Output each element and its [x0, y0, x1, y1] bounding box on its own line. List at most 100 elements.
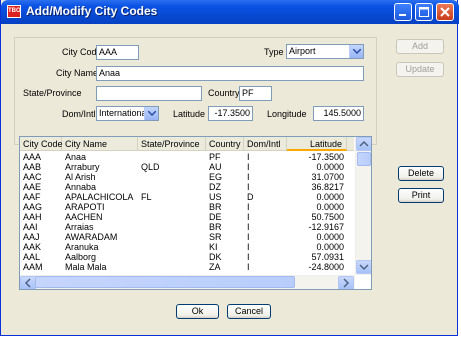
add-button[interactable]: Add	[396, 39, 444, 54]
scroll-thumb[interactable]	[357, 152, 371, 166]
latitude-field[interactable]: -17.3500	[208, 106, 253, 121]
city-name-field[interactable]: Anaa	[96, 66, 364, 81]
scroll-up-button[interactable]	[356, 137, 371, 151]
type-select-value: Airport	[289, 46, 316, 56]
title-bar[interactable]: TBO Add/Modify City Codes	[1, 0, 459, 24]
scroll-right-icon	[343, 278, 350, 288]
delete-button[interactable]: Delete	[398, 166, 444, 181]
cell-latitude: 0.0000	[316, 162, 344, 172]
cell-dom-intl: I	[247, 262, 250, 272]
app-icon: TBO	[7, 5, 21, 18]
column-header-country[interactable]: Country	[206, 137, 244, 151]
scroll-right-button[interactable]	[338, 276, 354, 289]
cell-city-name: Anaa	[65, 152, 87, 162]
dropdown-arrow-icon[interactable]	[144, 107, 158, 120]
cell-city-code: AAK	[23, 242, 42, 252]
cell-city-name: ARAPOTI	[65, 202, 105, 212]
longitude-label: Longitude	[267, 109, 307, 119]
scroll-down-icon	[359, 264, 369, 271]
cell-country: AU	[209, 162, 222, 172]
cell-city-name: Annaba	[65, 182, 97, 192]
column-header-state-province[interactable]: State/Province	[138, 137, 206, 151]
type-select[interactable]: Airport	[286, 44, 364, 59]
state-province-field[interactable]	[96, 86, 202, 101]
state-province-label: State/Province	[23, 88, 82, 98]
cell-country: EG	[209, 172, 223, 182]
cell-city-name: Mala Mala	[65, 262, 107, 272]
table-row[interactable]: AAL Aalborg DK I 57.0931	[20, 252, 354, 262]
maximize-icon	[419, 7, 429, 17]
table-row[interactable]: AAH AACHEN DE I 50.7500	[20, 212, 354, 222]
cell-state-province: QLD	[141, 162, 160, 172]
cell-country: PF	[209, 152, 221, 162]
cell-country: BR	[209, 202, 222, 212]
column-header-city-code[interactable]: City Code	[20, 137, 63, 151]
close-icon	[440, 7, 450, 17]
print-button[interactable]: Print	[398, 188, 444, 203]
table-row[interactable]: AAG ARAPOTI BR I 0.0000	[20, 202, 354, 212]
table-row[interactable]: AAE Annaba DZ I 36.8217	[20, 182, 354, 192]
cell-latitude: 0.0000	[316, 192, 344, 202]
cell-city-name: AACHEN	[65, 212, 103, 222]
city-code-field[interactable]: AAA	[96, 45, 139, 60]
cell-dom-intl: I	[247, 202, 250, 212]
table-row[interactable]: AAK Aranuka KI I 0.0000	[20, 242, 354, 252]
cell-city-name: Arraias	[65, 222, 94, 232]
cell-city-name: AWARADAM	[65, 232, 118, 242]
table-row[interactable]: AAI Arraias BR I -12.9167	[20, 222, 354, 232]
cell-city-name: APALACHICOLA	[65, 192, 134, 202]
maximize-button[interactable]	[415, 3, 433, 21]
cell-city-code: AAH	[23, 212, 42, 222]
table-row[interactable]: AAJ AWARADAM SR I 0.0000	[20, 232, 354, 242]
cell-state-province	[138, 252, 206, 262]
dropdown-arrow-icon[interactable]	[349, 45, 363, 58]
update-button[interactable]: Update	[396, 62, 444, 77]
column-header-city-name[interactable]: City Name	[62, 137, 138, 151]
table-row[interactable]: AAB Arrabury QLD AU I 0.0000	[20, 162, 354, 172]
dom-intl-select[interactable]: International	[96, 106, 159, 121]
scroll-up-icon	[359, 140, 369, 147]
cell-dom-intl: I	[247, 232, 250, 242]
table-row[interactable]: AAA Anaa PF I -17.3500	[20, 152, 354, 162]
cancel-button[interactable]: Cancel	[227, 304, 271, 319]
cell-latitude: 50.7500	[311, 212, 344, 222]
cell-city-code: AAE	[23, 182, 42, 192]
cell-dom-intl: I	[247, 212, 250, 222]
vertical-scrollbar[interactable]	[355, 137, 371, 275]
scroll-left-button[interactable]	[20, 276, 36, 289]
type-label: Type	[264, 47, 284, 57]
cell-state-province	[138, 232, 206, 242]
cell-city-code: AAA	[23, 152, 42, 162]
scroll-left-icon	[24, 278, 31, 288]
cell-dom-intl: I	[247, 162, 250, 172]
cell-country: SR	[209, 232, 222, 242]
cell-state-province	[138, 222, 206, 232]
scroll-down-button[interactable]	[356, 260, 371, 274]
cell-dom-intl: D	[247, 192, 254, 202]
cell-city-name: Aalborg	[65, 252, 97, 262]
cell-latitude: -17.3500	[308, 152, 344, 162]
cell-country: DZ	[209, 182, 221, 192]
cell-state-province	[138, 172, 206, 182]
country-field[interactable]: PF	[239, 86, 272, 101]
table-row[interactable]: AAF APALACHICOLA FL US D 0.0000	[20, 192, 354, 202]
cell-city-name: Arrabury	[65, 162, 100, 172]
city-codes-table[interactable]: City Code City Name State/Province Count…	[19, 136, 372, 290]
cell-latitude: 0.0000	[316, 242, 344, 252]
close-button[interactable]	[436, 3, 454, 21]
cell-latitude: 0.0000	[316, 202, 344, 212]
table-row[interactable]: AAM Mala Mala ZA I -24.8000	[20, 262, 354, 272]
cell-country: DK	[209, 252, 222, 262]
horizontal-scrollbar[interactable]	[20, 275, 355, 289]
dom-intl-label: Dom/Intl	[62, 109, 96, 119]
horizontal-scroll-thumb[interactable]	[35, 276, 295, 288]
longitude-field[interactable]: 145.5000	[313, 106, 364, 121]
ok-button[interactable]: Ok	[176, 304, 219, 319]
cell-city-code: AAJ	[23, 232, 40, 242]
column-header-latitude[interactable]: Latitude	[287, 137, 347, 151]
country-label: Country	[208, 88, 240, 98]
cell-state-province	[138, 152, 206, 162]
minimize-button[interactable]	[394, 3, 412, 21]
column-header-dom-intl[interactable]: Dom/Intl	[244, 137, 287, 151]
table-row[interactable]: AAC Al Arish EG I 31.0700	[20, 172, 354, 182]
